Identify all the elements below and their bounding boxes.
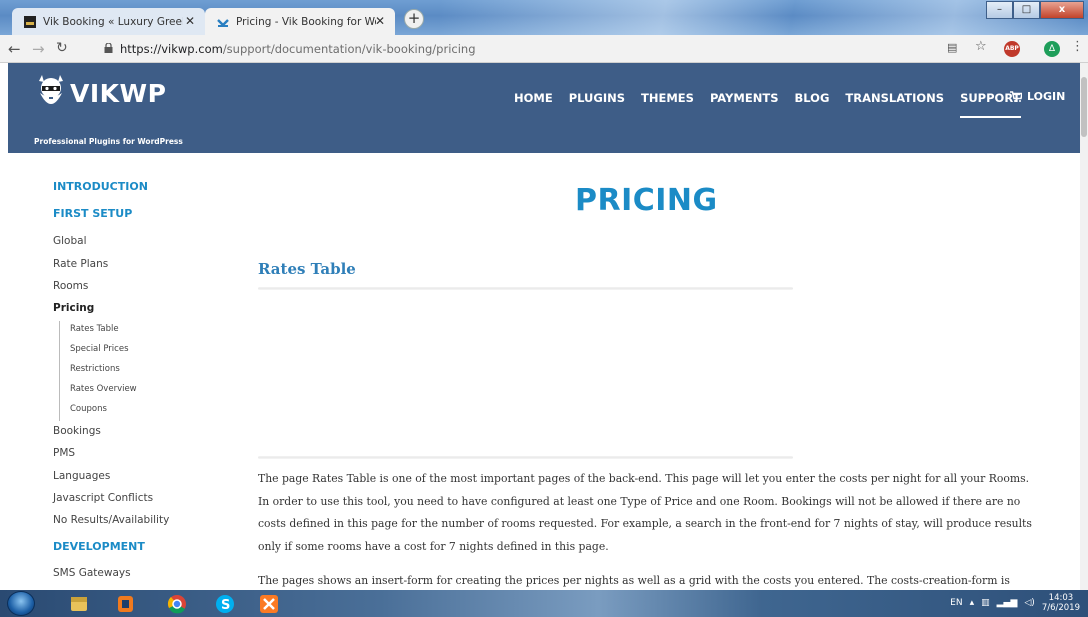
brand-name: VikWP <box>70 78 167 108</box>
nav-plugins[interactable]: PLUGINS <box>569 91 625 105</box>
media-player-icon[interactable] <box>108 593 142 615</box>
tab-pricing[interactable]: Pricing - Vik Booking for WordPress ✕ <box>205 8 395 35</box>
extension-delta-icon[interactable]: Δ <box>1044 41 1060 57</box>
sidebar-item-pricing[interactable]: Pricing <box>53 302 94 314</box>
image-placeholder-top-divider <box>258 287 793 290</box>
browser-tab-strip: Vik Booking « Luxury Greek Hotel ✕ Prici… <box>0 0 1088 35</box>
window-controls: – □ x <box>986 1 1084 19</box>
address-bar-row: ← → ↻ https://vikwp.com/support/document… <box>0 35 1088 63</box>
paragraph-line: costs defined in this page for the numbe… <box>258 517 1032 531</box>
close-window-button[interactable]: x <box>1040 1 1084 19</box>
nav-translations[interactable]: TRANSLATIONS <box>845 91 944 105</box>
main-navigation: HOME PLUGINS THEMES PAYMENTS BLOG TRANSL… <box>514 91 1037 118</box>
translate-icon[interactable]: ▤ <box>947 41 957 57</box>
paragraph-insert-form: The pages shows an insert-form for creat… <box>258 570 1043 590</box>
sidebar-item-bookings[interactable]: Bookings <box>53 425 101 437</box>
signal-icon[interactable]: ▂▄▆ <box>997 598 1018 608</box>
sidebar-item-rate-plans[interactable]: Rate Plans <box>53 258 108 270</box>
adblock-plus-icon[interactable]: ABP <box>1004 41 1020 57</box>
clock-time: 14:03 <box>1048 593 1074 603</box>
tab-title: Vik Booking « Luxury Greek Hotel <box>43 15 183 28</box>
paragraph-line: In order to use this tool, you need to h… <box>258 494 1021 508</box>
url-host: https://vikwp.com <box>120 42 223 56</box>
paragraph-line: The page Rates Table is one of the most … <box>258 472 1030 485</box>
sidebar-sub-rates-table[interactable]: Rates Table <box>59 321 119 341</box>
hotel-favicon-icon <box>24 15 36 28</box>
url-path: /support/documentation/vik-booking/prici… <box>222 42 476 56</box>
paragraph-line: only if some rooms have a cost for 7 nig… <box>258 540 609 554</box>
site-tagline: Professional Plugins for WordPress <box>34 137 183 146</box>
nav-payments[interactable]: PAYMENTS <box>710 91 779 105</box>
clock-date: 7/6/2019 <box>1041 603 1080 613</box>
sidebar-item-languages[interactable]: Languages <box>53 470 110 482</box>
xampp-icon[interactable] <box>252 593 286 615</box>
browser-menu-icon[interactable]: ⋮ <box>1071 39 1084 55</box>
reload-icon[interactable]: ↻ <box>56 40 68 56</box>
tray-expand-icon[interactable]: ▴ <box>970 598 975 608</box>
back-arrow-icon[interactable]: ← <box>8 40 21 58</box>
image-placeholder-bottom-divider <box>258 456 793 459</box>
site-logo[interactable]: VikWP <box>36 75 166 111</box>
page-scrollbar[interactable] <box>1080 63 1088 590</box>
titlebar-glare <box>440 0 1080 35</box>
cart-icon <box>1010 91 1022 102</box>
sidebar-sub-special-prices[interactable]: Special Prices <box>59 341 129 361</box>
minimize-button[interactable]: – <box>986 1 1013 19</box>
new-tab-button[interactable]: + <box>404 9 424 29</box>
nav-blog[interactable]: BLOG <box>795 91 830 105</box>
tab-title: Pricing - Vik Booking for WordPress <box>236 15 376 28</box>
sidebar-item-global[interactable]: Global <box>53 235 87 247</box>
taskbar-clock[interactable]: 14:03 7/6/2019 <box>1042 593 1080 613</box>
nav-themes[interactable]: THEMES <box>641 91 694 105</box>
maximize-button[interactable]: □ <box>1013 1 1040 19</box>
sidebar-head-introduction[interactable]: INTRODUCTION <box>53 180 148 193</box>
sidebar-item-no-results[interactable]: No Results/Availability <box>53 514 169 526</box>
forward-arrow-icon[interactable]: → <box>32 40 45 58</box>
sidebar-sub-rates-overview[interactable]: Rates Overview <box>59 381 137 401</box>
svg-text:S: S <box>221 598 230 613</box>
sidebar-head-first-setup[interactable]: FIRST SETUP <box>53 207 132 220</box>
network-icon[interactable]: ▥ <box>981 598 990 608</box>
paragraph-rates-table-intro: The page Rates Table is one of the most … <box>258 468 1043 559</box>
sidebar-item-javascript-conflicts[interactable]: Javascript Conflicts <box>53 492 153 504</box>
sidebar-item-rooms[interactable]: Rooms <box>53 280 88 292</box>
windows-taskbar: S EN ▴ ▥ ▂▄▆ ◁) 14:03 7/6/2019 <box>0 590 1088 617</box>
chrome-icon[interactable] <box>160 593 194 615</box>
sidebar-sub-coupons[interactable]: Coupons <box>59 401 107 421</box>
lock-icon <box>104 43 113 53</box>
start-button[interactable] <box>7 591 35 616</box>
site-header: VikWP Professional Plugins for WordPress… <box>8 63 1080 153</box>
skype-icon[interactable]: S <box>208 593 242 615</box>
login-label: LOGIN <box>1027 90 1066 103</box>
volume-icon[interactable]: ◁) <box>1024 598 1034 608</box>
system-tray: EN ▴ ▥ ▂▄▆ ◁) 14:03 7/6/2019 <box>950 593 1080 613</box>
login-link[interactable]: LOGIN <box>1010 90 1065 103</box>
tab-close-icon[interactable]: ✕ <box>185 14 195 28</box>
tab-close-icon[interactable]: ✕ <box>375 14 385 28</box>
sidebar-sub-restrictions[interactable]: Restrictions <box>59 361 120 381</box>
sidebar-item-sms-gateways[interactable]: SMS Gateways <box>53 567 131 579</box>
nav-home[interactable]: HOME <box>514 91 553 105</box>
vikwp-favicon-icon <box>217 18 229 27</box>
tab-vik-booking-hotel[interactable]: Vik Booking « Luxury Greek Hotel ✕ <box>12 8 205 35</box>
scrollbar-thumb[interactable] <box>1081 77 1087 137</box>
viking-mascot-icon <box>39 75 63 104</box>
page-title: PRICING <box>575 183 718 218</box>
file-explorer-icon[interactable] <box>62 593 96 615</box>
sidebar-head-development[interactable]: DEVELOPMENT <box>53 540 145 553</box>
bookmark-star-icon[interactable]: ☆ <box>975 39 987 55</box>
section-title-rates-table: Rates Table <box>258 260 356 278</box>
url-input[interactable]: https://vikwp.com/support/documentation/… <box>120 42 476 56</box>
paragraph-line: The pages shows an insert-form for creat… <box>258 574 1010 587</box>
language-indicator[interactable]: EN <box>950 598 962 608</box>
sidebar-item-pms[interactable]: PMS <box>53 447 75 459</box>
